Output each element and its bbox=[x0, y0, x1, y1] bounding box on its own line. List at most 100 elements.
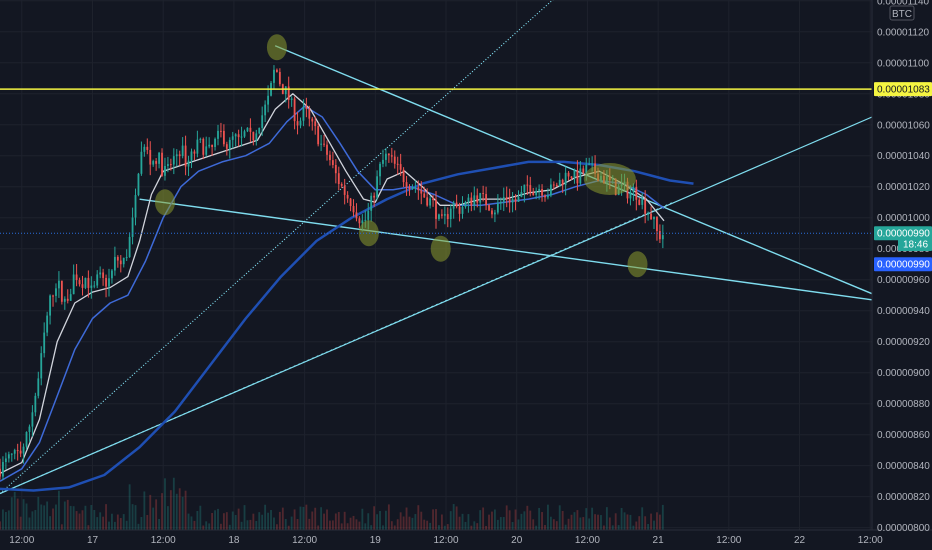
y-tick-label: 0.00000960 bbox=[877, 275, 930, 286]
candle-body bbox=[517, 196, 520, 202]
candle-body bbox=[205, 146, 208, 155]
volume-bar bbox=[43, 505, 46, 530]
y-tick-label: 0.00001100 bbox=[877, 58, 930, 69]
candle-body bbox=[591, 163, 594, 165]
price-chart[interactable]: 0.00000800 0.00000820 0.00000840 0.00000860… bbox=[0, 0, 932, 550]
volume-bar bbox=[205, 521, 208, 530]
volume-bar bbox=[331, 520, 334, 530]
candle-body bbox=[55, 288, 57, 296]
volume-bar bbox=[296, 519, 299, 530]
volume-bar bbox=[184, 490, 187, 530]
candle-body bbox=[125, 257, 128, 259]
volume-bar bbox=[382, 525, 384, 530]
candle-body bbox=[0, 468, 1, 477]
candle-body bbox=[225, 144, 228, 149]
line-tag-text: 0.00000990 bbox=[877, 260, 930, 271]
candle-body bbox=[555, 184, 558, 187]
volume-bar bbox=[626, 514, 629, 530]
candle-body bbox=[476, 195, 479, 203]
volume-bar bbox=[99, 512, 102, 530]
candle-body bbox=[482, 193, 485, 195]
candle-body bbox=[31, 412, 34, 427]
volume-bar bbox=[243, 505, 246, 530]
candle-body bbox=[552, 184, 555, 186]
candle-body bbox=[149, 149, 152, 165]
candle-body bbox=[408, 187, 411, 190]
volume-bar bbox=[620, 507, 623, 530]
highlight-marker bbox=[583, 162, 636, 195]
candle-body bbox=[632, 186, 635, 192]
volume-bar bbox=[40, 504, 43, 530]
candle-body bbox=[122, 257, 125, 265]
volume-bar bbox=[370, 525, 373, 530]
currency-badge[interactable]: BTC bbox=[889, 5, 915, 21]
volume-bar bbox=[591, 507, 594, 530]
volume-bar bbox=[461, 513, 464, 530]
candle-body bbox=[405, 182, 408, 188]
volume-bar bbox=[222, 513, 225, 530]
volume-bar bbox=[517, 519, 520, 530]
candle-body bbox=[458, 206, 461, 214]
candle-body bbox=[164, 166, 166, 176]
candle-body bbox=[217, 130, 219, 139]
volume-bar bbox=[149, 494, 152, 530]
candle-body bbox=[417, 187, 420, 191]
volume-bar bbox=[78, 513, 81, 530]
candle-body bbox=[399, 164, 402, 170]
candle-body bbox=[131, 217, 134, 237]
volume-bar bbox=[582, 517, 585, 530]
candle-body bbox=[152, 161, 155, 165]
volume-bar bbox=[343, 511, 346, 530]
volume-bar bbox=[650, 513, 652, 530]
y-tick-label: 0.00001120 bbox=[877, 27, 930, 38]
candle-body bbox=[178, 154, 181, 157]
volume-bar bbox=[440, 514, 443, 530]
volume-bar bbox=[199, 505, 202, 530]
candle-body bbox=[128, 236, 131, 258]
volume-bar bbox=[390, 521, 393, 530]
candle-body bbox=[485, 194, 487, 206]
volume-bar bbox=[161, 493, 163, 530]
candle-body bbox=[28, 426, 31, 432]
volume-bar bbox=[326, 509, 328, 530]
volume-bar bbox=[656, 512, 658, 530]
volume-bar bbox=[511, 521, 514, 530]
volume-bar bbox=[523, 511, 526, 530]
volume-bar bbox=[635, 521, 638, 530]
candle-body bbox=[346, 194, 349, 199]
candle-body bbox=[352, 206, 355, 213]
volume-bar bbox=[349, 517, 352, 530]
volume-bar bbox=[417, 505, 420, 530]
candle-body bbox=[243, 131, 246, 137]
volume-bar bbox=[549, 516, 552, 530]
candle-body bbox=[296, 121, 299, 126]
candle-body bbox=[311, 118, 314, 122]
volume-bar bbox=[567, 518, 570, 530]
volume-bar bbox=[647, 523, 650, 530]
candle-body bbox=[373, 195, 376, 198]
candle-body bbox=[440, 214, 443, 216]
candle-body bbox=[202, 138, 205, 155]
candle-body bbox=[526, 184, 529, 186]
candle-body bbox=[446, 214, 449, 220]
candle-body bbox=[46, 315, 49, 333]
volume-bar bbox=[16, 498, 19, 530]
volume-bar bbox=[31, 511, 34, 530]
candle-body bbox=[331, 160, 334, 165]
candle-body bbox=[58, 280, 60, 289]
candle-body bbox=[323, 143, 325, 145]
candle-body bbox=[267, 95, 269, 105]
candle-body bbox=[261, 115, 264, 128]
volume-bar bbox=[629, 514, 632, 530]
volume-bar bbox=[299, 506, 302, 530]
volume-bar bbox=[570, 514, 573, 530]
time-axis-panel[interactable] bbox=[0, 530, 932, 550]
volume-bar bbox=[13, 491, 16, 530]
chart-background bbox=[0, 0, 932, 550]
candle-body bbox=[143, 146, 146, 152]
candle-body bbox=[93, 285, 96, 287]
y-tick-label: 0.00000840 bbox=[877, 461, 930, 472]
volume-bar bbox=[66, 499, 69, 530]
volume-bar bbox=[502, 517, 505, 530]
candle-body bbox=[52, 295, 54, 297]
